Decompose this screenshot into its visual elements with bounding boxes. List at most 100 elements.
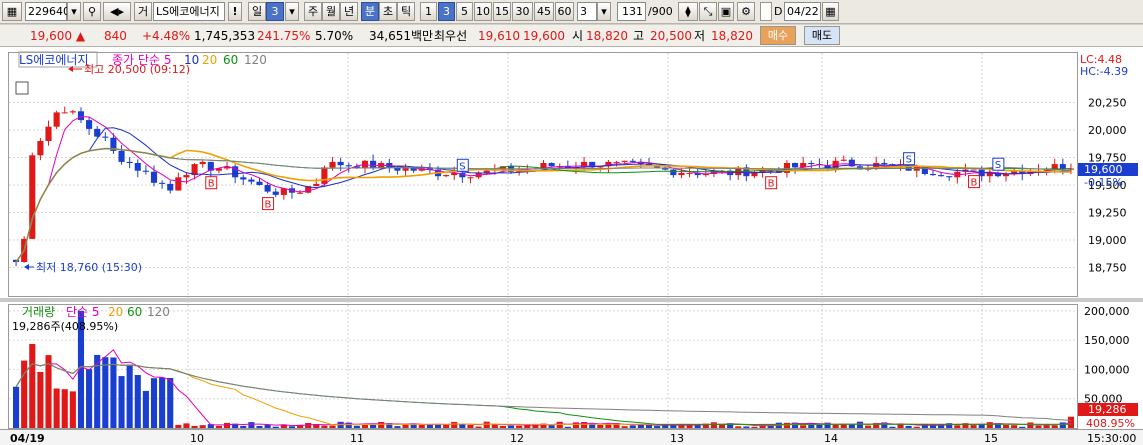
period-month-button[interactable]: 월 xyxy=(322,2,340,21)
candle-body xyxy=(345,165,352,167)
low-price: 18,820 xyxy=(711,29,753,43)
volume-bar xyxy=(718,424,726,428)
bar-count-input[interactable]: 131 xyxy=(617,2,646,21)
candle-body xyxy=(970,169,977,171)
volume-bar xyxy=(451,421,458,428)
volume-pct-tag: 408.95% xyxy=(1086,417,1135,430)
candle-body xyxy=(881,163,888,165)
volume-bar xyxy=(865,425,872,428)
stock-name-field: LS에코에너지 xyxy=(153,2,225,21)
period-tick-button[interactable]: 틱 xyxy=(397,2,415,21)
calendar-icon[interactable]: ▦ xyxy=(822,2,839,21)
volume-y-tick: 200,000 xyxy=(1084,305,1130,318)
gear-icon[interactable]: ⚙ xyxy=(737,2,755,21)
volume-bar xyxy=(889,426,896,428)
buy-button[interactable]: 매수 xyxy=(760,26,796,45)
price-legend-ma20: 20 xyxy=(202,53,217,67)
layout-icon[interactable]: ▦ xyxy=(2,2,22,21)
interval-dropdown-button[interactable]: ▾ xyxy=(597,2,611,21)
volume-bar xyxy=(954,425,961,428)
candle-body xyxy=(808,163,815,165)
x-axis-label: 11 xyxy=(350,432,364,445)
period-year-button[interactable]: 년 xyxy=(340,2,358,21)
volume-bar xyxy=(516,425,523,428)
volume-bar xyxy=(556,421,563,428)
candle-body xyxy=(613,161,620,163)
magnifier-icon[interactable]: ⚲ xyxy=(83,2,101,21)
volume-bar xyxy=(856,421,864,428)
candle-body xyxy=(45,126,52,141)
volume-bar xyxy=(735,426,742,428)
price-y-tick: 20,000 xyxy=(1088,124,1127,137)
save-icon[interactable]: ▣ xyxy=(718,2,734,21)
alert-button[interactable]: ! xyxy=(228,2,242,21)
chart-grid-icon[interactable] xyxy=(15,81,29,95)
period-week-button[interactable]: 주 xyxy=(304,2,322,21)
volume-bar xyxy=(459,424,466,428)
candle-body xyxy=(946,176,953,178)
x-axis-bar xyxy=(0,429,1143,445)
volume-bar xyxy=(783,422,790,428)
interval-button-15[interactable]: 15 xyxy=(493,2,511,21)
candle-body xyxy=(337,161,344,166)
date-checkbox[interactable] xyxy=(760,2,772,21)
period-minute-button[interactable]: 분 xyxy=(361,2,379,21)
interval-button-60[interactable]: 60 xyxy=(555,2,574,21)
candle-body xyxy=(938,175,945,177)
current-pct-tag: -0.15% xyxy=(1084,176,1123,189)
volume-legend-name: 거래량 xyxy=(22,305,55,319)
volume-value: 1,745,353 xyxy=(194,29,256,43)
volume-bar xyxy=(710,422,717,428)
volume-bar xyxy=(175,424,182,428)
volume-bar xyxy=(597,424,604,428)
volume-bar xyxy=(142,390,149,428)
volume-ratio: 241.75% xyxy=(257,29,311,43)
candle-body xyxy=(183,175,190,178)
volume-bar xyxy=(53,388,60,428)
volume-bar xyxy=(378,421,385,428)
volume-bar xyxy=(629,425,636,428)
candle-body xyxy=(840,159,847,161)
volume-bar xyxy=(1011,425,1018,428)
period-second-button[interactable]: 초 xyxy=(379,2,397,21)
candle-body xyxy=(272,191,279,195)
trend-tool-icon[interactable]: ⤡ xyxy=(699,2,717,21)
volume-bar xyxy=(29,343,36,428)
volume-bar xyxy=(126,364,133,428)
volume-bar xyxy=(418,424,425,428)
volume-bar xyxy=(199,425,206,428)
interval-button-5[interactable]: 5 xyxy=(456,2,473,21)
sell-button[interactable]: 매도 xyxy=(804,26,840,45)
interval-button-10[interactable]: 10 xyxy=(474,2,492,21)
volume-bar xyxy=(264,424,271,428)
period-dropdown-button[interactable]: ▾ xyxy=(285,2,299,21)
stock-chart[interactable]: BBSBSBS LS에코에너지 종가 단순 5 10 20 60 120 최고 … xyxy=(0,47,1143,445)
price-legend-name: LS에코에너지 xyxy=(19,53,89,67)
date-input[interactable]: 04/22 xyxy=(784,2,821,21)
code-dropdown-button[interactable]: ▾ xyxy=(67,2,81,21)
interval-button-1[interactable]: 1 xyxy=(420,2,437,21)
candle-body xyxy=(370,160,377,169)
candle-body xyxy=(329,161,336,168)
volume-bar xyxy=(183,423,190,428)
interval-input[interactable]: 3 xyxy=(577,2,597,21)
low-annotation: 최저 18,760 (15:30) xyxy=(36,261,142,274)
turnover-pct: 5.70% xyxy=(315,29,354,43)
candle-body xyxy=(443,175,450,177)
x-axis-label: 15 xyxy=(984,432,998,445)
volume-bar xyxy=(1035,425,1042,428)
interval-button-30[interactable]: 30 xyxy=(512,2,533,21)
indicator-icon[interactable]: ⧫ xyxy=(678,2,698,21)
price-change: 840 xyxy=(104,29,127,43)
speaker-icon[interactable]: ◀▸ xyxy=(103,2,131,21)
signal-marker-label: B xyxy=(265,200,272,211)
volume-bar xyxy=(150,378,158,428)
interval-button-3[interactable]: 3 xyxy=(438,2,455,21)
stock-code-input[interactable]: 229640 xyxy=(25,2,70,21)
bar-total-label: /900 xyxy=(648,5,673,18)
period-day-button[interactable]: 일 xyxy=(248,2,266,21)
candle-body xyxy=(256,181,263,185)
period-day-count[interactable]: 3 xyxy=(266,2,284,21)
interval-button-45[interactable]: 45 xyxy=(534,2,554,21)
low-label: 저 xyxy=(694,29,706,43)
